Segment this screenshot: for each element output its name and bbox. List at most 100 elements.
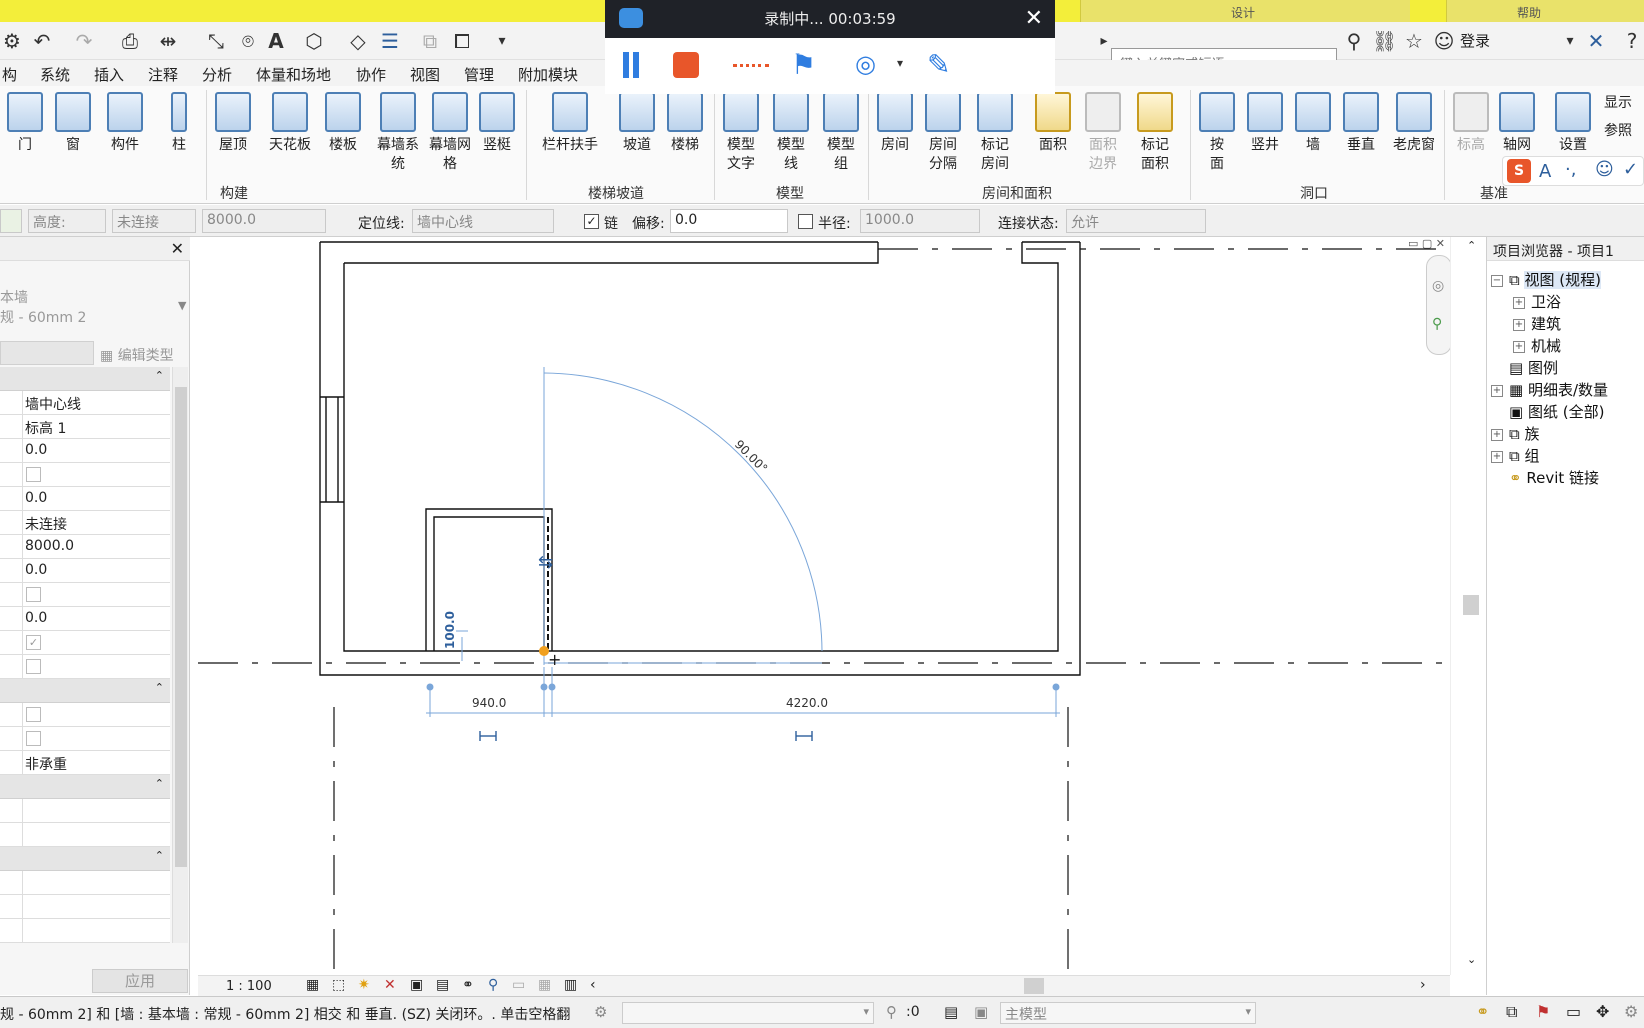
vertical-button[interactable]: 垂直	[1336, 92, 1386, 155]
curtain-grid-button[interactable]: 幕墙网格	[424, 92, 476, 174]
prop-row[interactable]: 8000.0	[0, 535, 170, 559]
tag-icon[interactable]: ⌾	[236, 29, 260, 53]
undo-icon[interactable]: ↶	[30, 29, 54, 53]
close-icon[interactable]: ✕	[1025, 0, 1043, 38]
room-button[interactable]: 房间	[870, 92, 920, 155]
room-separator-button[interactable]: 房间分隔	[918, 92, 968, 174]
mullion-button[interactable]: 竖梃	[472, 92, 522, 155]
expand-icon[interactable]: +	[1491, 384, 1503, 397]
tree-revit-links[interactable]: ⚭ Revit 链接	[1509, 467, 1599, 488]
tab-view[interactable]: 视图	[410, 64, 440, 85]
prop-row[interactable]	[0, 703, 170, 727]
collapse-icon[interactable]: −	[1491, 274, 1503, 287]
model-text-button[interactable]: 模型文字	[716, 92, 766, 174]
prop-checkbox-checked[interactable]: ✓	[26, 635, 41, 650]
tab-addins[interactable]: 附加模块	[518, 64, 578, 85]
expand-icon[interactable]: +	[1491, 450, 1503, 463]
model-group-button[interactable]: 模型组	[816, 92, 866, 174]
horizontal-scroll-thumb[interactable]	[1024, 978, 1044, 994]
prop-checkbox[interactable]	[26, 467, 41, 482]
tree-sheets[interactable]: ▣ 图纸 (全部)	[1509, 401, 1604, 422]
tab-manage[interactable]: 管理	[464, 64, 494, 85]
set-workplane-button[interactable]: 设置	[1548, 92, 1598, 155]
prop-row[interactable]: 0.0	[0, 559, 170, 583]
tree-views[interactable]: − ⧉ 视图 (规程)	[1491, 269, 1601, 290]
webcam-icon[interactable]: ◎	[855, 50, 876, 78]
subscription-icon[interactable]: ⛓	[1372, 29, 1397, 53]
temp-hide-icon[interactable]: ⚭	[462, 977, 474, 993]
apply-button[interactable]: 应用	[92, 969, 188, 993]
shaft-button[interactable]: 竖井	[1240, 92, 1290, 155]
tree-families[interactable]: + ⧉ 族	[1491, 423, 1540, 444]
pen-icon[interactable]: ✎	[927, 48, 950, 81]
prop-row[interactable]	[0, 895, 170, 919]
select-pinned-icon[interactable]: ⚑	[1536, 1002, 1550, 1021]
select-by-face-icon[interactable]: ▭	[1566, 1002, 1581, 1021]
area-button[interactable]: 面积	[1028, 92, 1078, 155]
section-identity[interactable]: ⌃	[0, 847, 170, 871]
ceiling-button[interactable]: 天花板	[262, 92, 318, 155]
edit-type-button[interactable]: ▦ 编辑类型	[100, 345, 174, 365]
chain-checkbox[interactable]: ✓	[584, 214, 599, 229]
canvas-vertical-scrollbar[interactable]: ⌃ ⌄	[1450, 237, 1486, 975]
grid-button[interactable]: 轴网	[1492, 92, 1542, 155]
prop-row[interactable]: 0.0	[0, 487, 170, 511]
column-button[interactable]: 柱	[154, 92, 204, 155]
tab-architecture[interactable]: 构	[2, 64, 17, 85]
close-icon[interactable]: ✕	[171, 239, 184, 258]
select-underlay-icon[interactable]: ⧉	[1506, 1002, 1517, 1022]
section-constraints[interactable]: ⌃	[0, 367, 170, 391]
dormer-button[interactable]: 老虎窗	[1386, 92, 1442, 155]
tab-insert[interactable]: 插入	[94, 64, 124, 85]
customize-qat-icon[interactable]: ▾	[490, 29, 514, 53]
reveal-hidden-icon[interactable]: ⚲	[488, 977, 498, 993]
crop-view-icon[interactable]: ▣	[410, 977, 423, 993]
exchange-apps-icon[interactable]: ✕	[1584, 29, 1608, 53]
thin-lines-icon[interactable]: ☰	[378, 29, 402, 53]
radius-input[interactable]: 1000.0	[860, 209, 980, 233]
tab-massing[interactable]: 体量和场地	[256, 64, 331, 85]
height-dropdown[interactable]: 高度:	[28, 209, 106, 233]
drawing-canvas[interactable]: 90.00° 940.0 4220.0 100.0 ⇆ + ◎ ⚲ ▭ ▢ ✕	[198, 237, 1452, 975]
level-button[interactable]: 标高	[1446, 92, 1496, 155]
pause-icon[interactable]	[623, 52, 629, 78]
design-options-icon[interactable]: ▣	[974, 1003, 988, 1021]
select-links-icon[interactable]: ⚭	[1476, 1002, 1489, 1021]
prop-checkbox[interactable]	[26, 707, 41, 722]
ref-plane-button[interactable]: 参照	[1604, 120, 1632, 140]
prop-row[interactable]: 未连接	[0, 511, 170, 535]
floor-button[interactable]: 楼板	[318, 92, 368, 155]
scroll-down-icon[interactable]: ⌄	[1467, 953, 1476, 966]
expand-icon[interactable]: +	[1513, 296, 1525, 309]
expand-icon[interactable]: +	[1491, 428, 1503, 441]
show-crop-icon[interactable]: ▤	[436, 977, 449, 993]
drag-elements-icon[interactable]: ✥	[1596, 1002, 1609, 1021]
join-status-dropdown[interactable]: 允许	[1066, 209, 1206, 233]
door-button[interactable]: 门	[0, 92, 50, 155]
tree-architecture[interactable]: + 建筑	[1513, 313, 1561, 334]
wall-opening-button[interactable]: 墙	[1288, 92, 1338, 155]
sun-path-icon[interactable]: ✷	[358, 977, 370, 993]
prop-row[interactable]: 标高 1	[0, 415, 170, 439]
navigation-bar[interactable]: ◎ ⚲	[1426, 255, 1452, 355]
scroll-up-icon[interactable]: ⌃	[1467, 239, 1476, 252]
switch-windows-icon[interactable]: ⧠	[450, 29, 474, 53]
background-process-icon[interactable]: ⚙	[1624, 1002, 1638, 1021]
component-button[interactable]: 构件	[100, 92, 150, 155]
shadows-icon[interactable]: ✕	[384, 977, 396, 993]
binoculars-icon[interactable]: ⚲	[1342, 29, 1366, 53]
tab-systems[interactable]: 系统	[40, 64, 70, 85]
section-dimensions[interactable]: ⌃	[0, 775, 170, 799]
workset-dropdown[interactable]: ▾	[622, 1002, 874, 1024]
tag-room-button[interactable]: 标记房间	[970, 92, 1020, 174]
window-button[interactable]: 窗	[48, 92, 98, 155]
measure-icon[interactable]: ⇹	[156, 29, 180, 53]
properties-scrollbar[interactable]	[172, 367, 188, 943]
scroll-right-icon[interactable]: ›	[1420, 977, 1426, 993]
text-icon[interactable]: A	[264, 29, 288, 53]
section-structural[interactable]: ⌃	[0, 679, 170, 703]
tree-mechanical[interactable]: + 机械	[1513, 335, 1561, 356]
location-line-dropdown[interactable]: 墙中心线	[412, 209, 554, 233]
ramp-button[interactable]: 坡道	[612, 92, 662, 155]
railing-button[interactable]: 栏杆扶手	[534, 92, 606, 155]
